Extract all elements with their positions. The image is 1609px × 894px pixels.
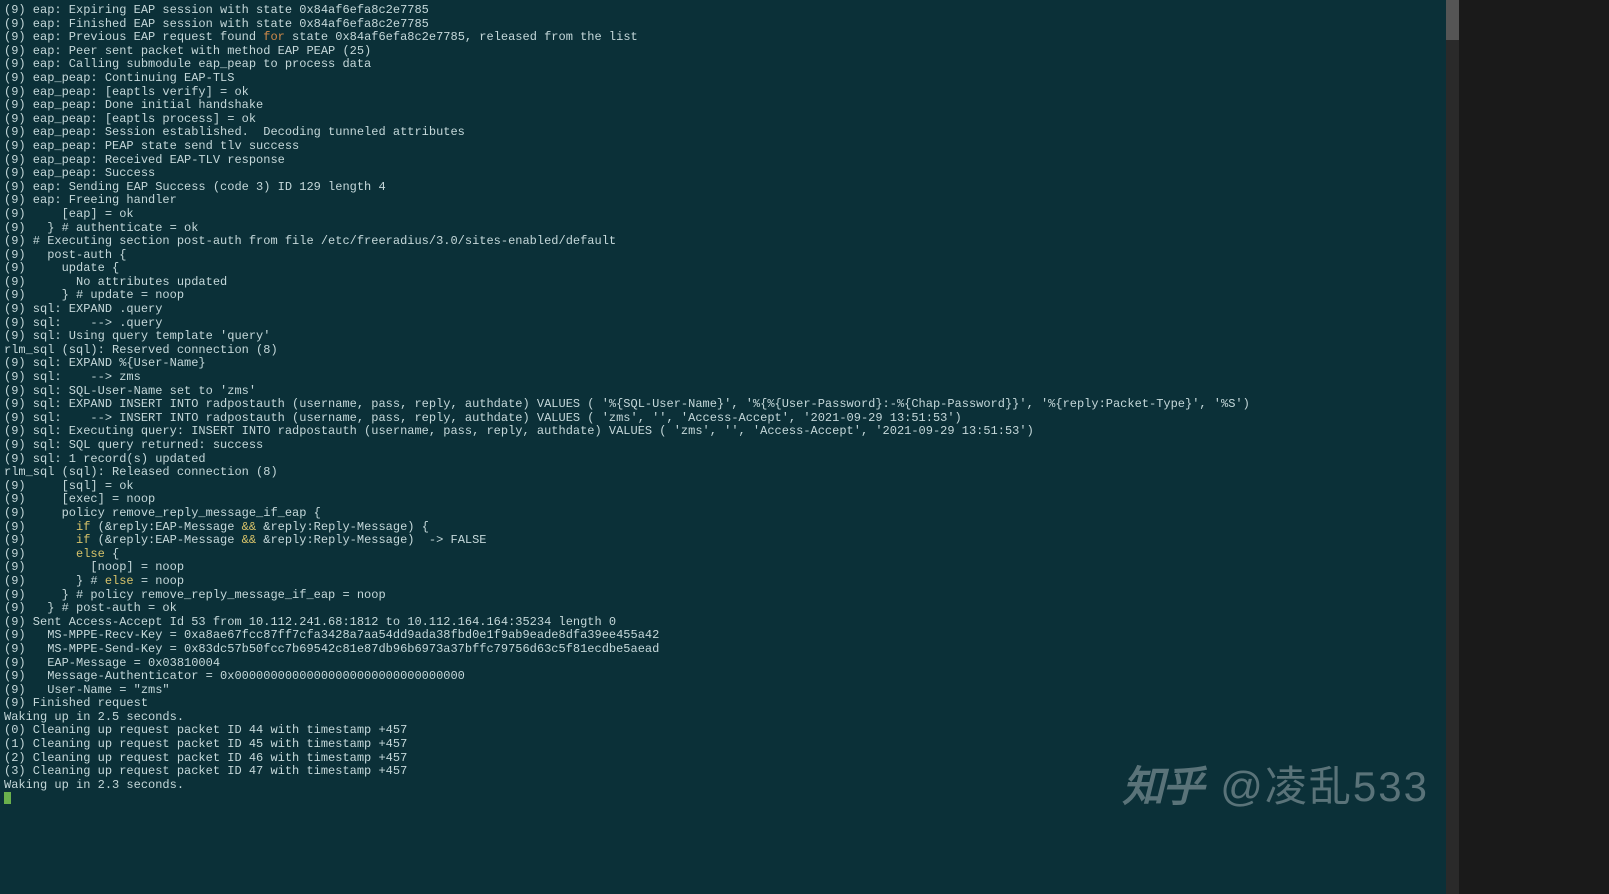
log-line: (9) eap_peap: Done initial handshake — [4, 99, 1442, 113]
log-line: (1) Cleaning up request packet ID 45 wit… — [4, 738, 1442, 752]
zhihu-logo-icon: 知乎 — [1122, 780, 1202, 794]
log-line: (9) eap_peap: [eaptls verify] = ok — [4, 86, 1442, 100]
log-line: (9) if (&reply:EAP-Message && &reply:Rep… — [4, 521, 1442, 535]
log-line: (9) else { — [4, 548, 1442, 562]
log-line: (9) eap: Finished EAP session with state… — [4, 18, 1442, 32]
log-line: (9) eap_peap: [eaptls process] = ok — [4, 113, 1442, 127]
log-line: (9) sql: EXPAND %{User-Name} — [4, 357, 1442, 371]
log-line: (9) No attributes updated — [4, 276, 1442, 290]
log-line: (9) Finished request — [4, 697, 1442, 711]
log-line: (9) [eap] = ok — [4, 208, 1442, 222]
log-line: (9) User-Name = "zms" — [4, 684, 1442, 698]
log-line: (9) if (&reply:EAP-Message && &reply:Rep… — [4, 534, 1442, 548]
log-line: rlm_sql (sql): Released connection (8) — [4, 466, 1442, 480]
scrollbar-track[interactable] — [1446, 0, 1459, 894]
log-line: (9) eap: Sending EAP Success (code 3) ID… — [4, 181, 1442, 195]
log-line: (9) [sql] = ok — [4, 480, 1442, 494]
log-line: (9) # Executing section post-auth from f… — [4, 235, 1442, 249]
log-line: (9) sql: --> INSERT INTO radpostauth (us… — [4, 412, 1442, 426]
log-line: (9) MS-MPPE-Send-Key = 0x83dc57b50fcc7b6… — [4, 643, 1442, 657]
log-line: (9) } # else = noop — [4, 575, 1442, 589]
scrollbar-thumb[interactable] — [1446, 0, 1459, 40]
log-line: (9) policy remove_reply_message_if_eap { — [4, 507, 1442, 521]
log-line: (9) [noop] = noop — [4, 561, 1442, 575]
log-line: (9) sql: SQL query returned: success — [4, 439, 1442, 453]
log-line: (9) eap_peap: Continuing EAP-TLS — [4, 72, 1442, 86]
log-line: (9) [exec] = noop — [4, 493, 1442, 507]
right-dark-panel — [1446, 0, 1609, 894]
log-line: (9) EAP-Message = 0x03810004 — [4, 657, 1442, 671]
log-line: (9) sql: EXPAND .query — [4, 303, 1442, 317]
watermark: 知乎 @凌乱533 — [1122, 780, 1429, 794]
log-line: (0) Cleaning up request packet ID 44 wit… — [4, 724, 1442, 738]
cursor-icon — [4, 792, 11, 804]
log-line: (9) sql: --> zms — [4, 371, 1442, 385]
log-line: (9) eap: Peer sent packet with method EA… — [4, 45, 1442, 59]
log-line: (9) sql: 1 record(s) updated — [4, 453, 1442, 467]
log-line: (9) } # update = noop — [4, 289, 1442, 303]
log-line: (9) sql: Executing query: INSERT INTO ra… — [4, 425, 1442, 439]
log-line: (9) eap_peap: Received EAP-TLV response — [4, 154, 1442, 168]
log-line: Waking up in 2.5 seconds. — [4, 711, 1442, 725]
terminal-output[interactable]: (9) eap: Expiring EAP session with state… — [0, 0, 1446, 894]
log-line: (9) } # policy remove_reply_message_if_e… — [4, 589, 1442, 603]
log-line: (9) Sent Access-Accept Id 53 from 10.112… — [4, 616, 1442, 630]
log-line: (9) sql: EXPAND INSERT INTO radpostauth … — [4, 398, 1442, 412]
log-line: (9) eap: Calling submodule eap_peap to p… — [4, 58, 1442, 72]
log-line: (9) sql: --> .query — [4, 317, 1442, 331]
log-line: (9) } # post-auth = ok — [4, 602, 1442, 616]
log-line: (9) Message-Authenticator = 0x0000000000… — [4, 670, 1442, 684]
log-line: (9) eap: Freeing handler — [4, 194, 1442, 208]
log-line: (9) eap: Expiring EAP session with state… — [4, 4, 1442, 18]
log-line: (9) sql: Using query template 'query' — [4, 330, 1442, 344]
log-line: (9) eap: Previous EAP request found for … — [4, 31, 1442, 45]
log-line: (9) post-auth { — [4, 249, 1442, 263]
log-line: (9) eap_peap: PEAP state send tlv succes… — [4, 140, 1442, 154]
log-line: (9) } # authenticate = ok — [4, 222, 1442, 236]
log-lines: (9) eap: Expiring EAP session with state… — [4, 4, 1442, 792]
log-line: rlm_sql (sql): Reserved connection (8) — [4, 344, 1442, 358]
watermark-text: @凌乱533 — [1220, 780, 1429, 794]
log-line: (9) eap_peap: Success — [4, 167, 1442, 181]
log-line: (9) update { — [4, 262, 1442, 276]
log-line: (9) MS-MPPE-Recv-Key = 0xa8ae67fcc87ff7c… — [4, 629, 1442, 643]
log-line: (9) sql: SQL-User-Name set to 'zms' — [4, 385, 1442, 399]
log-line: (9) eap_peap: Session established. Decod… — [4, 126, 1442, 140]
